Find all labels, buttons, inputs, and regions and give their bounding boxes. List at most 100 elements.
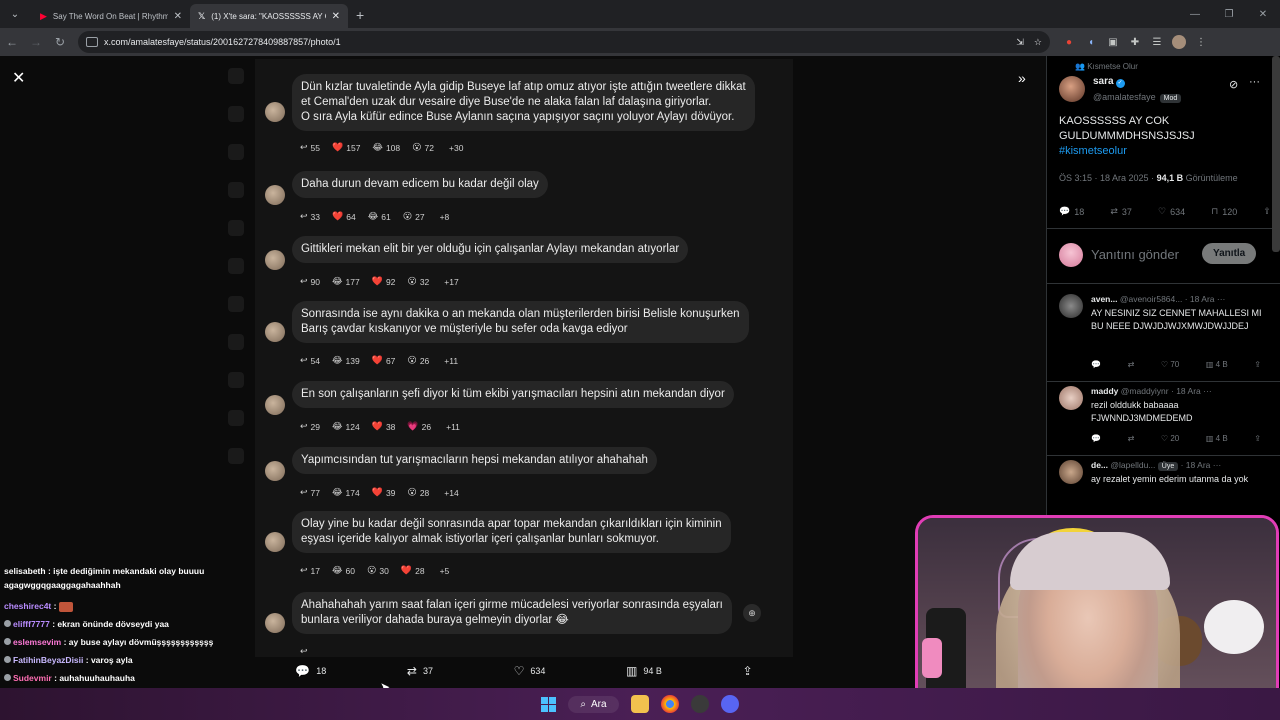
hashtag-link[interactable]: #kismetseolur — [1059, 145, 1127, 157]
chat-username[interactable]: elifff7777 — [13, 619, 50, 629]
new-tab-button[interactable]: + — [356, 7, 364, 23]
reaction[interactable]: +8 — [437, 212, 450, 222]
more-options-icon[interactable]: ··· — [1203, 386, 1212, 396]
tab-youtube[interactable]: ▶ Say The Word On Beat | Rhythm ✕ — [32, 4, 190, 28]
reply-reaction[interactable]: ↩ 29 — [300, 421, 320, 432]
file-explorer-icon[interactable] — [630, 695, 649, 713]
windows-start-icon[interactable] — [541, 696, 557, 712]
bookmark-star-icon[interactable]: ☆ — [1034, 37, 1042, 48]
chat-username[interactable]: Sudevmir — [13, 673, 52, 683]
tab-x[interactable]: 𝕏 (1) X'te sara: "KAOSSSSSS AY CO ✕ — [190, 4, 348, 28]
close-viewer-icon[interactable]: ✕ — [12, 68, 25, 88]
reaction[interactable]: 😂 108 — [372, 142, 400, 153]
chat-username[interactable]: selisabeth — [4, 566, 46, 576]
reaction[interactable]: ❤️ 39 — [372, 487, 396, 498]
like-action[interactable]: ♡ 634 — [514, 664, 546, 678]
chat-username[interactable]: cheshirec4t — [4, 601, 51, 611]
reaction[interactable]: +11 — [443, 422, 460, 432]
reaction[interactable]: 😂 124 — [332, 421, 360, 432]
more-options-icon[interactable]: ··· — [1249, 76, 1260, 88]
views-stat[interactable]: ▥ 4 B — [1206, 434, 1228, 443]
reaction[interactable]: +30 — [446, 143, 463, 153]
like-stat[interactable]: ♡ 70 — [1161, 360, 1179, 369]
profile-avatar[interactable] — [1172, 35, 1186, 49]
views-action[interactable]: ▥ 94 B — [626, 664, 662, 678]
reply-reaction[interactable]: ↩ 90 — [300, 276, 320, 287]
tab-search-icon[interactable]: ⌄ — [4, 3, 26, 25]
reaction[interactable]: 😮 72 — [412, 142, 434, 153]
more-options-icon[interactable]: ··· — [1217, 294, 1226, 304]
menu-icon[interactable]: ⋮ — [1194, 37, 1208, 48]
reaction[interactable]: 😂 139 — [332, 355, 360, 366]
reaction[interactable]: +5 — [437, 566, 450, 576]
more-options-icon[interactable]: ··· — [1213, 460, 1222, 470]
close-window-icon[interactable]: ✕ — [1246, 9, 1280, 20]
avatar[interactable] — [1059, 76, 1085, 102]
bookmark-stat[interactable]: ⊓ 120 — [1211, 206, 1237, 217]
share-icon[interactable]: ⇪ — [1254, 360, 1261, 369]
extension-audio-icon[interactable]: ◖ — [1084, 37, 1098, 48]
reply-author[interactable]: maddy — [1091, 386, 1118, 396]
taskbar-search[interactable]: ⌕ Ara — [568, 695, 619, 713]
reaction[interactable]: ❤️ 157 — [332, 142, 360, 153]
reaction[interactable]: ❤️ 64 — [332, 211, 356, 222]
expand-panel-icon[interactable]: » — [1018, 70, 1026, 86]
reply-tweet[interactable]: maddy @maddyiynr · 18 Ara ··· rezil olddu… — [1047, 386, 1280, 456]
reply-reaction[interactable]: ↩ 17 — [300, 565, 320, 576]
reaction[interactable]: ❤️ 38 — [372, 421, 396, 432]
extension-icon[interactable]: ▣ — [1106, 37, 1120, 48]
avatar[interactable] — [1059, 386, 1083, 410]
reaction[interactable]: 😮 30 — [367, 565, 389, 576]
reaction[interactable]: 😂 60 — [332, 565, 355, 576]
discord-icon[interactable] — [720, 695, 739, 713]
community-label[interactable]: 👥 Kısmetse Olur — [1075, 62, 1138, 71]
tweet-author[interactable]: sara ✓ @amalatesfaye Mod — [1059, 76, 1182, 103]
reaction[interactable]: +14 — [441, 488, 458, 498]
reply-input[interactable]: Yanıtını gönder — [1091, 247, 1179, 262]
reaction[interactable]: ❤️ 28 — [401, 565, 425, 576]
share-icon[interactable]: ⇪ — [1254, 434, 1261, 443]
reply-action[interactable]: 💬 18 — [295, 664, 326, 678]
reply-author[interactable]: aven... — [1091, 294, 1117, 304]
reply-reaction[interactable]: ↩ 77 — [300, 487, 320, 498]
chat-username[interactable]: eslemsevim — [13, 637, 61, 647]
scrollbar[interactable] — [1272, 56, 1280, 252]
reaction[interactable]: 💗 26 — [407, 421, 431, 432]
chrome-icon[interactable] — [660, 695, 679, 713]
reply-author[interactable]: de... — [1091, 460, 1108, 470]
share-stat[interactable]: ⇪ — [1263, 206, 1271, 217]
repost-icon[interactable]: ⇄ — [1128, 434, 1135, 443]
like-stat[interactable]: ♡ 634 — [1158, 206, 1185, 217]
reaction[interactable]: 😂 61 — [368, 211, 391, 222]
translate-icon[interactable]: ⊕ — [743, 604, 761, 622]
reaction[interactable]: +11 — [441, 356, 458, 366]
reaction[interactable]: 😮 26 — [407, 355, 429, 366]
close-tab-icon[interactable]: ✕ — [332, 11, 340, 22]
reaction[interactable]: 😂 177 — [332, 276, 360, 287]
reply-stat[interactable]: 💬 18 — [1059, 206, 1084, 217]
share-action[interactable]: ⇪ — [743, 664, 753, 678]
reply-reaction[interactable]: ↩ 54 — [300, 355, 320, 366]
reaction[interactable]: 😂 174 — [332, 487, 360, 498]
reply-reaction[interactable]: ↩ 55 — [300, 142, 320, 153]
url-bar[interactable]: x.com/amalatesfaye/status/20016272784098… — [78, 31, 1050, 53]
grok-icon[interactable]: ⊘ — [1229, 78, 1238, 91]
avatar[interactable] — [1059, 294, 1083, 318]
reply-tweet[interactable]: de... @lapelldu... Üye · 18 Ara ··· ay re… — [1047, 460, 1280, 516]
reply-button[interactable]: Yanıtla — [1202, 243, 1257, 264]
reaction[interactable]: 😮 27 — [403, 211, 425, 222]
reply-icon[interactable]: 💬 — [1091, 434, 1101, 443]
close-tab-icon[interactable]: ✕ — [174, 11, 182, 22]
reaction[interactable]: ❤️ 92 — [372, 276, 396, 287]
reaction[interactable]: 😮 28 — [407, 487, 429, 498]
reply-reaction[interactable]: ↩ — [300, 646, 311, 657]
reaction[interactable]: 😮 32 — [407, 276, 429, 287]
forward-icon[interactable]: → — [24, 35, 48, 49]
avatar[interactable] — [1059, 460, 1083, 484]
repost-stat[interactable]: ⇄ 37 — [1110, 206, 1132, 217]
back-icon[interactable]: ← — [0, 35, 24, 49]
reaction[interactable]: ❤️ 67 — [372, 355, 396, 366]
tweet-timestamp[interactable]: ÖS 3:15 · 18 Ara 2025 · — [1059, 173, 1157, 183]
extension-red-icon[interactable]: ● — [1062, 37, 1076, 48]
reaction[interactable]: +17 — [441, 277, 458, 287]
